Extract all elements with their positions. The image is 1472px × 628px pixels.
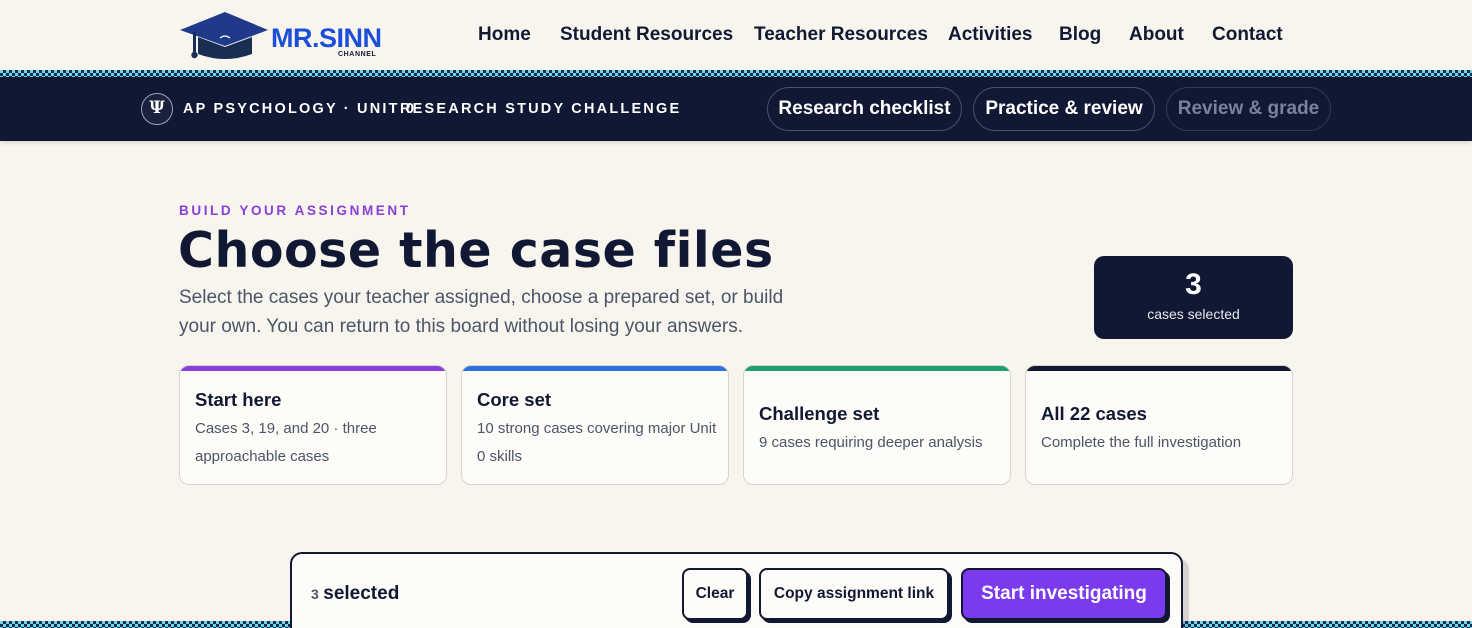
card-accent-bar bbox=[180, 366, 446, 371]
tab-research-checklist[interactable]: Research checklist bbox=[767, 87, 962, 131]
set-card-challenge[interactable]: Challenge set 9 cases requiring deeper a… bbox=[743, 365, 1011, 485]
logo-subtitle: CHANNEL bbox=[338, 51, 377, 58]
card-title: Start here bbox=[195, 389, 282, 410]
set-card-start-here[interactable]: Start here Cases 3, 19, and 20 · three a… bbox=[179, 365, 447, 485]
card-accent-bar bbox=[744, 366, 1010, 371]
course-bar: Ψ AP PSYCHOLOGY · UNIT 0 RESEARCH STUDY … bbox=[0, 77, 1472, 141]
selection-summary: 3 selected bbox=[311, 583, 399, 605]
card-title: Challenge set bbox=[759, 403, 880, 424]
selected-counter: 3 cases selected bbox=[1094, 256, 1293, 339]
nav-student-resources[interactable]: Student Resources bbox=[560, 24, 733, 46]
card-description: Complete the full investigation bbox=[1041, 434, 1242, 451]
site-header: MR.SINN CHANNEL Home Student Resources T… bbox=[0, 0, 1472, 70]
nav-activities[interactable]: Activities bbox=[948, 24, 1032, 46]
card-accent-bar bbox=[1026, 366, 1292, 371]
section-eyebrow: BUILD YOUR ASSIGNMENT bbox=[179, 203, 411, 218]
selection-action-bar: 3 selected Clear Copy assignment link St… bbox=[290, 552, 1183, 628]
tab-practice-review[interactable]: Practice & review bbox=[973, 87, 1155, 131]
selection-label: selected bbox=[323, 583, 400, 604]
start-investigating-button[interactable]: Start investigating bbox=[961, 568, 1167, 620]
set-card-all[interactable]: All 22 cases Complete the full investiga… bbox=[1025, 365, 1293, 485]
decorative-strip-top bbox=[0, 70, 1472, 77]
card-description: 9 cases requiring deeper analysis bbox=[759, 434, 983, 451]
selected-count: 3 bbox=[1185, 268, 1202, 301]
nav-blog[interactable]: Blog bbox=[1059, 24, 1101, 46]
card-description: Cases 3, 19, and 20 · three approachable… bbox=[195, 420, 377, 465]
page-title: Choose the case files bbox=[178, 222, 774, 279]
nav-teacher-resources[interactable]: Teacher Resources bbox=[754, 24, 928, 46]
course-label: AP PSYCHOLOGY · UNIT 0 bbox=[183, 101, 417, 117]
challenge-label: RESEARCH STUDY CHALLENGE bbox=[400, 101, 682, 117]
page-description: Select the cases your teacher assigned, … bbox=[179, 287, 784, 337]
nav-home[interactable]: Home bbox=[478, 24, 531, 46]
set-card-core[interactable]: Core set 10 strong cases covering major … bbox=[461, 365, 729, 485]
copy-assignment-link-button[interactable]: Copy assignment link bbox=[759, 568, 949, 620]
nav-about[interactable]: About bbox=[1129, 24, 1184, 46]
card-title: All 22 cases bbox=[1041, 403, 1147, 424]
main-nav: Home Student Resources Teacher Resources… bbox=[0, 24, 1472, 48]
card-accent-bar bbox=[462, 366, 728, 371]
tab-review-grade[interactable]: Review & grade bbox=[1166, 87, 1331, 131]
nav-contact[interactable]: Contact bbox=[1212, 24, 1283, 46]
selected-count-label: cases selected bbox=[1147, 306, 1240, 322]
clear-button[interactable]: Clear bbox=[682, 568, 748, 620]
selection-count: 3 bbox=[311, 586, 319, 602]
card-title: Core set bbox=[477, 389, 552, 410]
card-description: 10 strong cases covering major Unit 0 sk… bbox=[477, 420, 717, 465]
psi-icon: Ψ bbox=[141, 93, 173, 125]
